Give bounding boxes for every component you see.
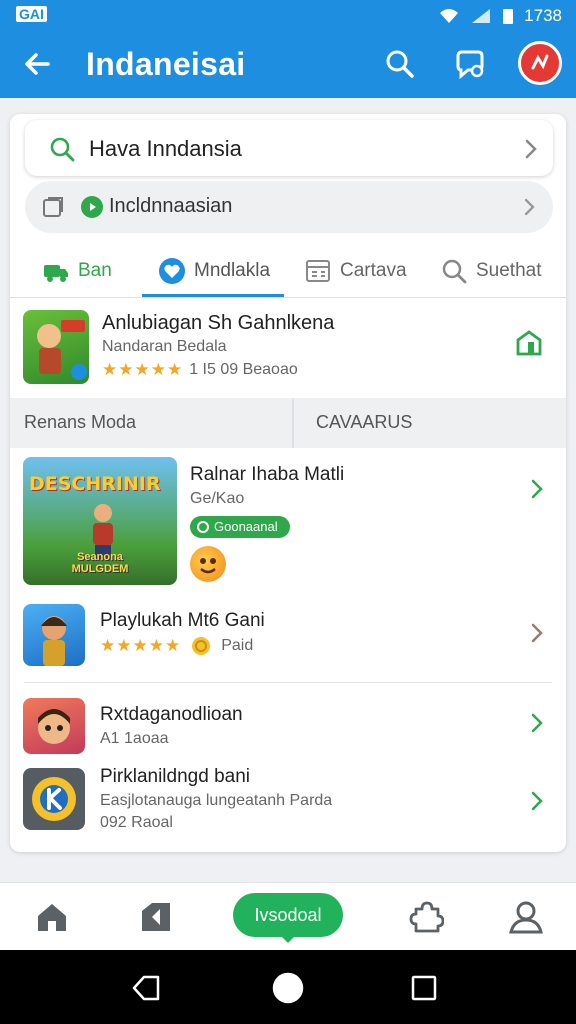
brand-logo-icon: [531, 54, 549, 70]
item-subtitle: A1 1aoaa: [100, 730, 169, 747]
wifi-icon: [440, 9, 459, 23]
section-right-label[interactable]: CAVAARUS: [316, 412, 412, 433]
item-name: Rxtdaganodlioan: [100, 704, 243, 725]
app-bar: Indaneisai: [0, 32, 576, 98]
search-icon: [442, 259, 467, 284]
item-price: Paid: [221, 637, 254, 654]
tab-label: Mndlakla: [194, 260, 271, 281]
item-name: Playlukah Mt6 Gani: [100, 610, 265, 631]
search-icon: [50, 137, 75, 162]
back-arrow-icon[interactable]: [18, 44, 58, 84]
item-meta: 092 Raoal: [100, 814, 173, 831]
list-item[interactable]: Rxtdaganodlioan A1 1aoaa: [10, 692, 566, 764]
tab-ban[interactable]: Ban: [42, 244, 112, 298]
bookmark-icon[interactable]: [514, 328, 544, 358]
chat-icon[interactable]: [450, 44, 490, 84]
content-card: Hava Inndansia Incldnnaasian Ban Mndlakl…: [10, 114, 566, 852]
battery-icon: [503, 9, 514, 24]
chevron-right-icon: [531, 623, 543, 643]
list-item[interactable]: DESCHRINIR Seanona MULGDEM Ralnar Ihaba …: [10, 454, 566, 590]
tab-label: Cartava: [340, 260, 407, 281]
profile-icon[interactable]: [508, 899, 544, 935]
nav-active-tab[interactable]: Ivsodoal: [233, 893, 343, 943]
filter-bar[interactable]: Incldnnaasian: [25, 181, 553, 233]
tab-cartava[interactable]: Cartava: [304, 244, 407, 298]
chevron-right-icon: [531, 479, 543, 499]
app-thumbnail: [23, 698, 85, 754]
list-divider: [24, 682, 552, 683]
status-icons: 1738: [438, 6, 562, 26]
status-time: 1738: [524, 6, 562, 25]
rating-text: 1 I5 09 Beaoao: [189, 361, 298, 378]
status-dot-icon: [81, 196, 103, 218]
back-icon[interactable]: [128, 970, 164, 1006]
item-subtitle: Ge/Kao: [190, 490, 245, 507]
thumbnail-subtitle: Seanona MULGDEM: [71, 551, 129, 575]
home-icon[interactable]: [34, 899, 70, 935]
tab-mndlakla[interactable]: Mndlakla: [158, 244, 270, 298]
system-navigation: [0, 950, 576, 1024]
store-icon[interactable]: [138, 899, 174, 935]
bottom-navigation: Ivsodoal: [0, 882, 576, 950]
section-left-label[interactable]: Renans Moda: [24, 412, 136, 433]
featured-app-row[interactable]: Anlubiagan Sh Gahnlkena Nandaran Bedala …: [10, 300, 566, 396]
status-bar: GAI 1738: [0, 0, 576, 32]
star-rating: ★★★★★: [102, 360, 184, 379]
tab-indicator: [142, 294, 284, 297]
page-title: Indaneisai: [86, 46, 246, 82]
featured-rating: ★★★★★ 1 I5 09 Beaoao: [102, 360, 298, 380]
chevron-right-icon: [531, 791, 543, 811]
list-item[interactable]: Pirklanildngd bani Easjlotanauga lungeat…: [10, 762, 566, 842]
item-name: Ralnar Ihaba Matli: [190, 464, 345, 485]
featured-title: Anlubiagan Sh Gahnlkena: [102, 312, 335, 334]
puzzle-icon[interactable]: [408, 899, 444, 935]
item-subtitle: Easjlotanauga lungeatanh Parda: [100, 792, 333, 809]
app-thumbnail: [23, 768, 85, 830]
mascot-icon: [190, 546, 226, 582]
chevron-right-icon: [531, 713, 543, 733]
tab-label: Ban: [78, 260, 112, 281]
table-icon: [306, 260, 330, 282]
truck-icon: [44, 265, 68, 282]
coin-icon: [192, 637, 211, 655]
item-rating-row: ★★★★★ Paid: [100, 636, 253, 656]
thumbnail-title: DESCHRINIR: [29, 473, 161, 495]
chevron-right-icon: [524, 198, 535, 216]
item-name: Pirklanildngd bani: [100, 766, 250, 787]
tab-bar: Ban Mndlakla Cartava Suethat: [10, 244, 566, 298]
status-badge: Goonaanal: [190, 516, 290, 538]
search-icon[interactable]: [380, 44, 420, 84]
section-header: Renans Moda CAVAARUS: [10, 398, 566, 448]
list-item[interactable]: Playlukah Mt6 Gani ★★★★★ Paid: [10, 598, 566, 678]
section-divider: [292, 398, 294, 448]
carrier-label: GAI: [16, 6, 47, 22]
home-button-icon[interactable]: [270, 970, 306, 1006]
recents-icon[interactable]: [406, 970, 442, 1006]
tab-label: Suethat: [476, 260, 542, 281]
document-icon: [43, 197, 63, 217]
filter-label: Incldnnaasian: [109, 195, 233, 217]
star-rating: ★★★★★: [100, 636, 182, 655]
featured-subtitle: Nandaran Bedala: [102, 338, 227, 355]
tab-suethat[interactable]: Suethat: [440, 244, 542, 298]
search-bar[interactable]: Hava Inndansia: [25, 120, 553, 176]
app-thumbnail: [23, 604, 85, 666]
profile-avatar[interactable]: [518, 41, 562, 85]
search-input[interactable]: Hava Inndansia: [89, 136, 242, 162]
signal-icon: [472, 9, 491, 23]
heart-icon: [159, 258, 185, 284]
chevron-right-icon: [525, 139, 537, 159]
game-thumbnail: DESCHRINIR Seanona MULGDEM: [23, 457, 177, 585]
app-thumbnail: [23, 310, 89, 384]
